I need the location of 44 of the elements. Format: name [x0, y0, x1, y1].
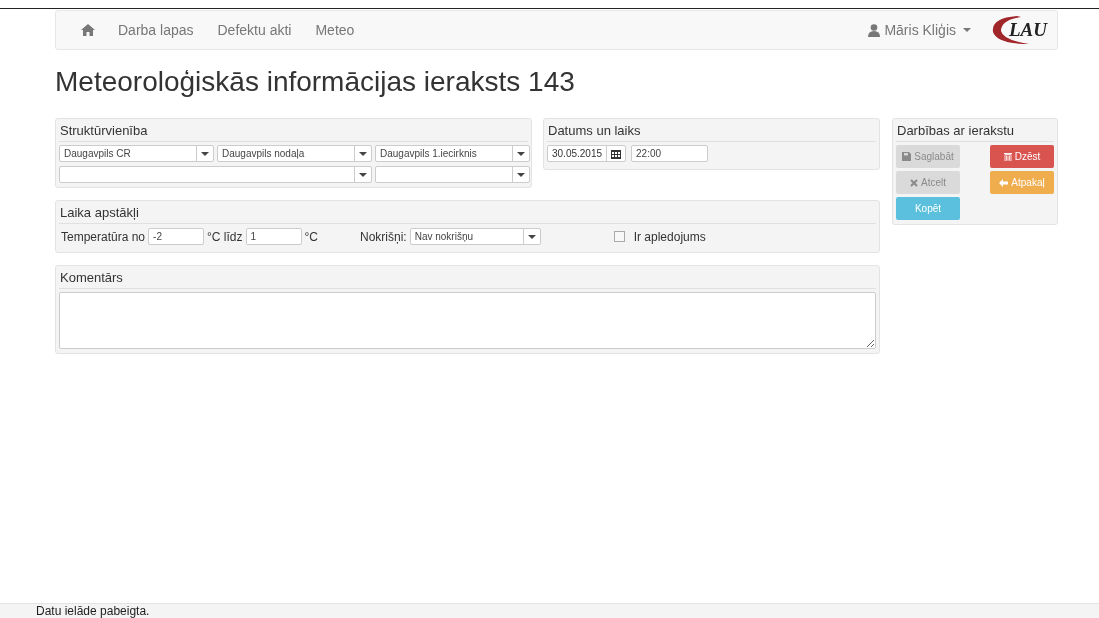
- user-menu[interactable]: Māris Kliģis: [868, 22, 971, 38]
- status-text: Datu ielāde pabeigta.: [36, 604, 150, 618]
- temperature-from-field[interactable]: -2: [148, 228, 205, 245]
- select-field[interactable]: Daugavpils 1.iecirknis: [375, 145, 530, 162]
- arrow-left-icon: [999, 178, 1009, 187]
- user-icon: [868, 23, 881, 37]
- field-label: Temperatūra no: [61, 229, 146, 244]
- home-icon[interactable]: [81, 24, 95, 36]
- field-label: Nokrišņi:: [360, 229, 407, 244]
- caret-icon: [359, 151, 367, 156]
- calendar-icon: [611, 148, 622, 159]
- select-field[interactable]: Nav nokrišņu: [409, 228, 541, 245]
- field-label: °C līdz: [207, 229, 243, 244]
- select-field[interactable]: [59, 166, 372, 183]
- checkbox-label: Ir apledojums: [633, 229, 706, 244]
- close-icon: [910, 178, 918, 187]
- checkbox[interactable]: [613, 231, 625, 242]
- nav-link[interactable]: Defektu akti: [217, 22, 292, 38]
- temperature-to-field[interactable]: 1: [245, 228, 302, 245]
- select-field[interactable]: Daugavpils nodaļa: [217, 145, 372, 162]
- unit-label: °C: [304, 229, 318, 244]
- page-title: Meteoroloģiskās informācijas ieraksts 143: [55, 66, 576, 98]
- select-field[interactable]: Daugavpils CR: [59, 145, 214, 162]
- panel-heading: Darbības ar ierakstu: [896, 121, 1054, 142]
- caret-icon: [517, 151, 525, 156]
- delete-button[interactable]: Dzēst: [990, 145, 1054, 168]
- caret-icon: [963, 28, 971, 32]
- panel-heading: Datums un laiks: [547, 121, 876, 142]
- trash-icon: [1003, 152, 1012, 161]
- date-field[interactable]: 30.05.2015: [547, 145, 627, 162]
- caret-icon: [517, 172, 525, 177]
- nav-link[interactable]: Darba lapas: [118, 22, 194, 38]
- nav-link[interactable]: Meteo: [315, 22, 355, 38]
- floppy-icon: [902, 152, 912, 161]
- time-field[interactable]: 22:00: [631, 145, 709, 162]
- logo: LAU: [991, 15, 1047, 45]
- panel-heading: Komentārs: [59, 268, 876, 289]
- select-field[interactable]: [375, 166, 530, 183]
- panel-heading: Struktūrvienība: [59, 121, 528, 142]
- caret-icon: [201, 151, 209, 156]
- caret-icon: [527, 234, 536, 239]
- panel-heading: Laika apstākļi: [59, 203, 876, 224]
- comment-field[interactable]: [59, 292, 876, 349]
- caret-icon: [359, 172, 367, 177]
